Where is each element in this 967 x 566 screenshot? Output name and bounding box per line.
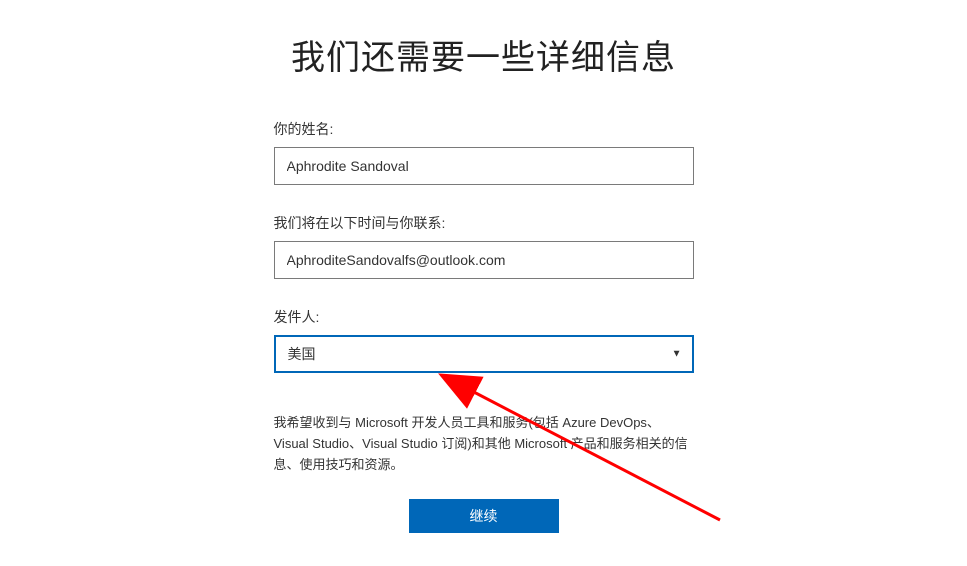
form-container: 我们还需要一些详细信息 你的姓名: 我们将在以下时间与你联系: 发件人: 美国 … (274, 0, 694, 533)
contact-label: 我们将在以下时间与你联系: (274, 213, 694, 233)
name-label: 你的姓名: (274, 119, 694, 139)
name-field-block: 你的姓名: (274, 119, 694, 185)
consent-text: 我希望收到与 Microsoft 开发人员工具和服务(包括 Azure DevO… (274, 413, 694, 475)
continue-button[interactable]: 继续 (409, 499, 559, 533)
name-input[interactable] (274, 147, 694, 185)
contact-field-block: 我们将在以下时间与你联系: (274, 213, 694, 279)
chevron-down-icon: ▼ (672, 349, 682, 360)
page-title: 我们还需要一些详细信息 (274, 30, 694, 79)
contact-input[interactable] (274, 241, 694, 279)
sender-select-value: 美国 (288, 344, 316, 364)
button-row: 继续 (274, 499, 694, 533)
sender-select[interactable]: 美国 ▼ (274, 335, 694, 373)
sender-label: 发件人: (274, 307, 694, 327)
sender-field-block: 发件人: 美国 ▼ (274, 307, 694, 373)
